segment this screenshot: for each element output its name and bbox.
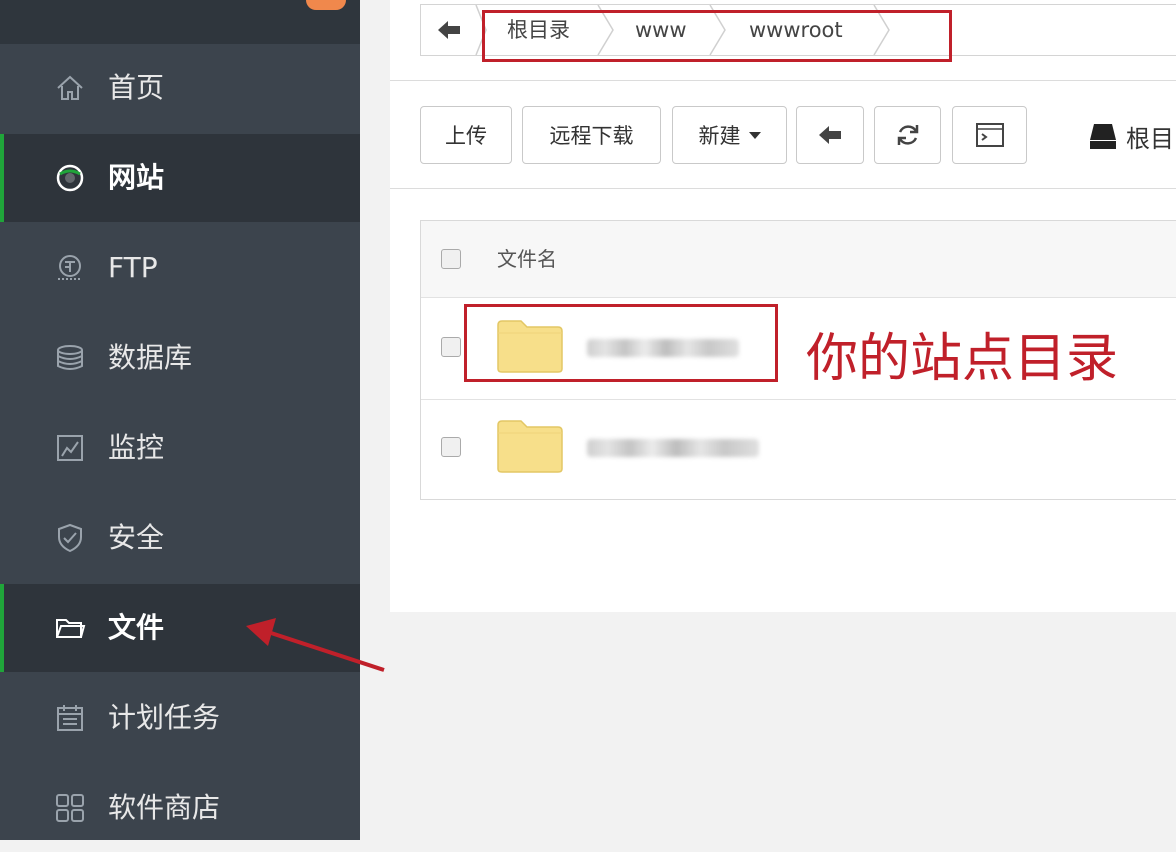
annotation-arrow-icon xyxy=(246,618,385,672)
